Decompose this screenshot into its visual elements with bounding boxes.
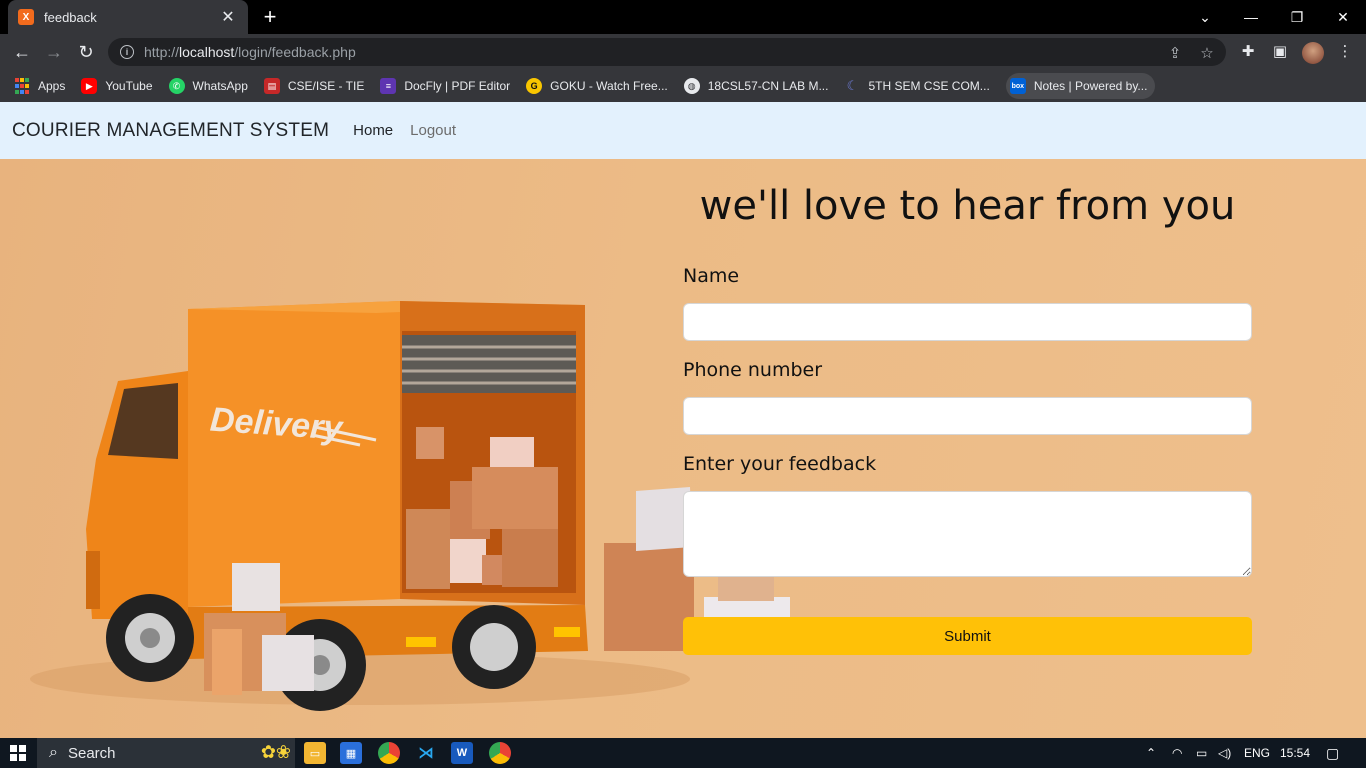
submit-button[interactable]: Submit	[683, 617, 1252, 655]
word-icon[interactable]: W	[451, 742, 473, 764]
youtube-icon: ▶	[81, 78, 98, 94]
apps-grid-icon	[14, 78, 30, 94]
notifications-icon[interactable]: ▢	[1326, 738, 1339, 768]
xampp-favicon-icon: X	[18, 9, 34, 25]
browser-toolbar: ← → ↻ i http://localhost/login/feedback.…	[0, 34, 1366, 70]
bookmark-label: GOKU - Watch Free...	[550, 79, 668, 93]
menu-kebab-icon[interactable]: ⋮	[1335, 42, 1355, 60]
bookmark-label: DocFly | PDF Editor	[404, 79, 511, 93]
bookmark-star-icon[interactable]: ☆	[1198, 44, 1216, 62]
search-icon: ⌕	[49, 744, 58, 761]
bookmark-label: CSE/ISE - TIE	[287, 79, 365, 93]
chrome-icon[interactable]	[378, 742, 400, 764]
windows-taskbar: ⌕ Search ✿❀ ▭ ▦ ⋊ W ⌃ ◠ ▭ ◁) ENG 15:54 ▢	[0, 738, 1366, 768]
restore-button[interactable]: ❐	[1274, 0, 1320, 34]
search-highlight-flowers-icon: ✿❀	[260, 742, 291, 762]
bookmark-label: Apps	[38, 79, 66, 93]
side-panel-icon[interactable]: ▣	[1270, 42, 1290, 60]
webpage: COURIER MANAGEMENT SYSTEM Home Logout De…	[0, 102, 1366, 738]
forward-icon[interactable]: →	[42, 40, 66, 64]
name-input[interactable]	[683, 303, 1252, 341]
goku-icon: G	[526, 78, 543, 94]
bookmark-whatsapp[interactable]: ✆ WhatsApp	[168, 73, 248, 99]
address-bar[interactable]: i http://localhost/login/feedback.php ⇪ …	[108, 38, 1226, 66]
phone-label: Phone number	[683, 359, 823, 381]
bookmark-cn-lab[interactable]: ◍ 18CSL57-CN LAB M...	[683, 73, 829, 99]
site-info-icon[interactable]: i	[120, 45, 134, 59]
back-icon[interactable]: ←	[10, 40, 34, 64]
hero-section: Delivery we'll love to hear from you Nam…	[0, 159, 1366, 738]
bookmark-docfly[interactable]: ≡ DocFly | PDF Editor	[380, 73, 510, 99]
phone-input[interactable]	[683, 397, 1252, 435]
close-window-button[interactable]: ✕	[1320, 0, 1366, 34]
name-label: Name	[683, 265, 740, 287]
start-button[interactable]	[0, 738, 36, 768]
document-icon: ▤	[263, 78, 280, 94]
store-icon[interactable]: ▦	[340, 742, 362, 764]
moon-icon: ☾	[846, 78, 859, 93]
bookmarks-bar: Apps ▶ YouTube ✆ WhatsApp ▤ CSE/ISE - TI…	[0, 70, 1366, 102]
nav-home-link[interactable]: Home	[353, 122, 393, 139]
roller-shutter	[402, 335, 576, 393]
new-tab-button[interactable]: +	[258, 5, 282, 29]
vscode-icon[interactable]: ⋊	[415, 742, 437, 764]
windows-logo-icon	[10, 745, 26, 761]
bookmark-cse-ise-tie[interactable]: ▤ CSE/ISE - TIE	[263, 73, 365, 99]
site-navbar: COURIER MANAGEMENT SYSTEM Home Logout	[0, 102, 1366, 159]
bookmark-youtube[interactable]: ▶ YouTube	[81, 73, 153, 99]
browser-tab-strip: X feedback ✕ + ⌄ — ❐ ✕	[0, 0, 1366, 34]
taskbar-search[interactable]: ⌕ Search ✿❀	[37, 738, 295, 768]
search-placeholder: Search	[67, 744, 116, 762]
bookmark-label: Notes | Powered by...	[1033, 79, 1148, 93]
form-headline: we'll love to hear from you	[699, 183, 1236, 229]
bookmark-apps[interactable]: Apps	[14, 73, 65, 99]
globe-icon: ◍	[683, 78, 700, 94]
bookmark-label: 5TH SEM CSE COM...	[868, 79, 990, 93]
language-indicator[interactable]: ENG	[1244, 738, 1270, 768]
clock-time[interactable]: 15:54	[1280, 738, 1310, 768]
profile-avatar[interactable]	[1302, 42, 1324, 64]
site-brand[interactable]: COURIER MANAGEMENT SYSTEM	[12, 120, 329, 142]
feedback-textarea[interactable]	[683, 491, 1252, 577]
bookmark-notes[interactable]: box Notes | Powered by...	[1005, 73, 1156, 99]
extensions-puzzle-icon[interactable]: ✚	[1238, 42, 1258, 60]
bookmark-goku[interactable]: G GOKU - Watch Free...	[526, 73, 668, 99]
wheel	[452, 605, 536, 689]
chrome-active-icon[interactable]	[489, 742, 511, 764]
bookmark-label: WhatsApp	[192, 79, 248, 93]
tab-feedback[interactable]: X feedback ✕	[8, 0, 248, 34]
feedback-label: Enter your feedback	[683, 453, 877, 475]
box-icon: box	[1009, 78, 1026, 94]
wifi-icon[interactable]: ◠	[1172, 738, 1182, 768]
docfly-icon: ≡	[380, 78, 397, 94]
bookmark-5th-sem[interactable]: ☾ 5TH SEM CSE COM...	[844, 73, 990, 99]
reload-icon[interactable]: ↻	[74, 40, 98, 64]
nav-logout-link[interactable]: Logout	[410, 122, 456, 139]
bookmark-label: YouTube	[105, 79, 153, 93]
file-explorer-icon[interactable]: ▭	[304, 742, 326, 764]
bookmark-label: 18CSL57-CN LAB M...	[707, 79, 829, 93]
whatsapp-icon: ✆	[168, 78, 185, 94]
tab-title: feedback	[44, 9, 97, 25]
volume-icon[interactable]: ◁)	[1218, 738, 1231, 768]
share-icon[interactable]: ⇪	[1166, 44, 1184, 62]
close-tab-icon[interactable]: ✕	[218, 7, 238, 27]
url-text: http://localhost/login/feedback.php	[144, 44, 356, 60]
battery-icon[interactable]: ▭	[1196, 738, 1207, 768]
wheel	[106, 594, 194, 682]
tab-search-chevron-icon[interactable]: ⌄	[1182, 0, 1228, 34]
show-hidden-icons-chevron[interactable]: ⌃	[1146, 738, 1156, 768]
delivery-truck-illustration: Delivery	[30, 301, 790, 711]
minimize-button[interactable]: —	[1228, 0, 1274, 34]
